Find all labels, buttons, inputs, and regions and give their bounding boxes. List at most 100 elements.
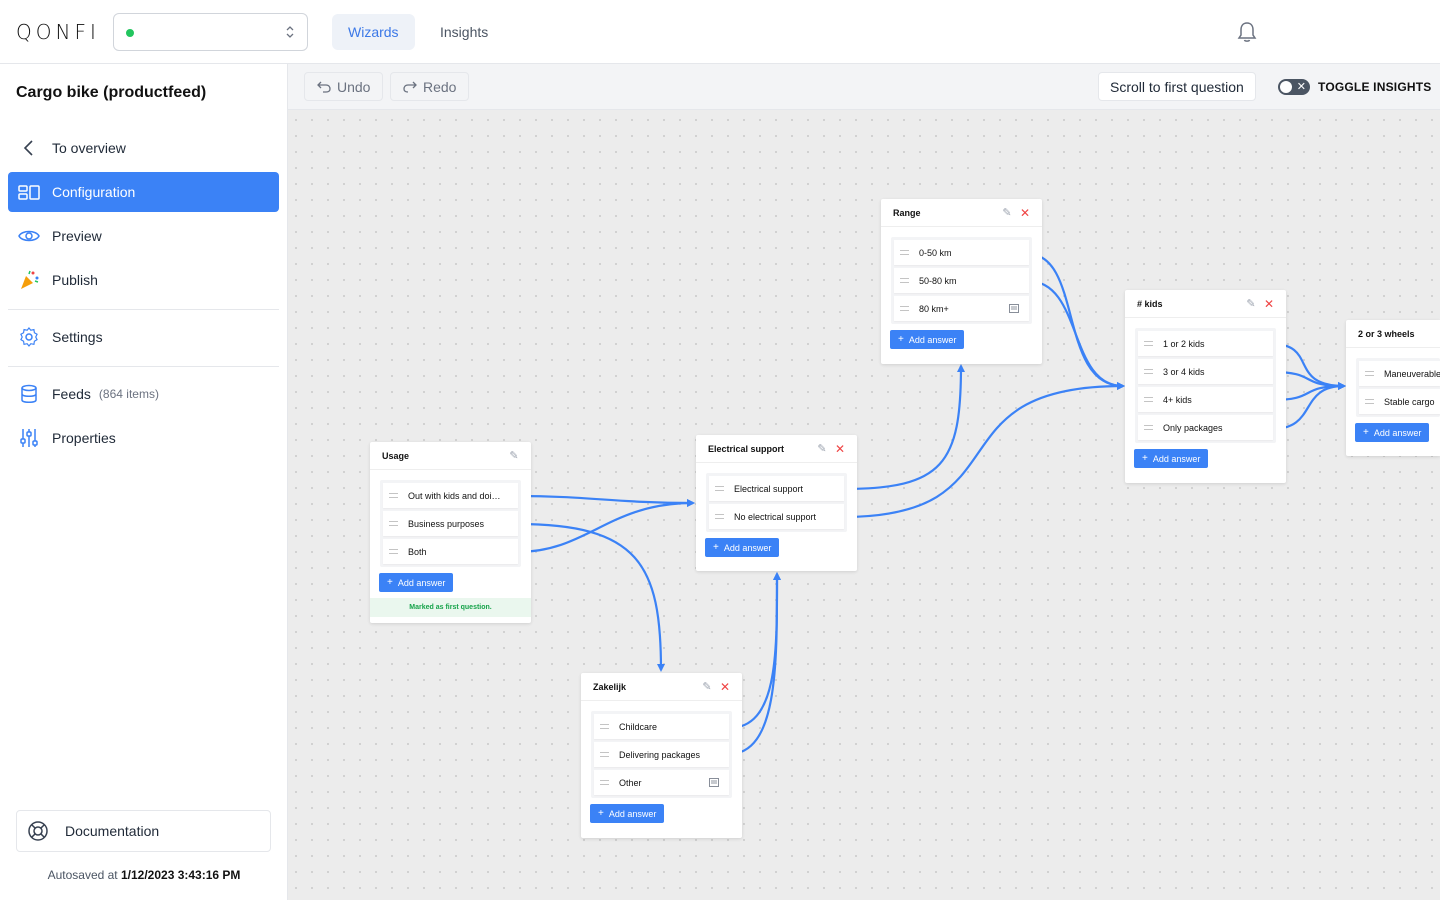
pencil-icon[interactable]: ✎: [702, 680, 712, 693]
sidebar-item-label: Properties: [52, 430, 116, 446]
drag-handle-icon[interactable]: [715, 486, 724, 491]
close-icon[interactable]: ✕: [835, 442, 845, 456]
drag-handle-icon[interactable]: [715, 514, 724, 519]
sidebar-item-feeds[interactable]: Feeds (864 items): [8, 374, 279, 414]
add-answer-button[interactable]: + Add answer: [1355, 423, 1430, 442]
scroll-to-first-question-button[interactable]: Scroll to first question: [1098, 72, 1256, 101]
sidebar-item-preview[interactable]: Preview: [8, 216, 279, 256]
flow-canvas[interactable]: Undo Redo Scroll to first question ✕ TOG…: [288, 64, 1440, 900]
answer-label: 4+ kids: [1163, 394, 1192, 405]
node-header: Zakelijk ✎ ✕: [581, 673, 742, 701]
question-node-wheels[interactable]: 2 or 3 wheels Maneuverable Stable cargo …: [1346, 320, 1440, 456]
node-header: Range ✎ ✕: [881, 199, 1042, 227]
pencil-icon[interactable]: ✎: [509, 449, 519, 462]
plus-icon: +: [387, 577, 393, 588]
answer-item[interactable]: Electrical support: [709, 476, 844, 501]
pencil-icon[interactable]: ✎: [1246, 297, 1256, 310]
documentation-button[interactable]: Documentation: [16, 810, 271, 852]
sidebar-item-properties[interactable]: Properties: [8, 418, 279, 458]
sidebar-item-to-overview[interactable]: To overview: [8, 128, 279, 168]
close-icon[interactable]: ✕: [720, 680, 730, 694]
sidebar-item-label: Publish: [52, 272, 98, 288]
sidebar-item-publish[interactable]: Publish: [8, 260, 279, 300]
database-icon: [18, 383, 40, 405]
drag-handle-icon[interactable]: [900, 278, 909, 283]
drag-handle-icon[interactable]: [600, 752, 609, 757]
answer-label: No electrical support: [734, 511, 817, 522]
answer-list: 0-50 km 50-80 km 80 km+: [891, 237, 1032, 324]
answer-item[interactable]: Stable cargo: [1359, 389, 1440, 414]
qonfi-logo[interactable]: QONFI: [16, 20, 100, 44]
drag-handle-icon[interactable]: [389, 493, 398, 498]
answer-item[interactable]: Both: [383, 539, 518, 564]
close-icon[interactable]: ✕: [1264, 297, 1274, 311]
answer-label: Both: [408, 546, 427, 557]
answer-item[interactable]: Maneuverable: [1359, 361, 1440, 386]
flag-icon[interactable]: [709, 778, 719, 787]
drag-handle-icon[interactable]: [900, 306, 909, 311]
redo-button[interactable]: Redo: [390, 72, 470, 101]
edge: [516, 522, 665, 672]
drag-handle-icon[interactable]: [1144, 341, 1153, 346]
tab-insights[interactable]: Insights: [424, 14, 504, 50]
question-node-zakelijk[interactable]: Zakelijk ✎ ✕ Childcare Delivering packag…: [581, 673, 742, 838]
drag-handle-icon[interactable]: [1144, 369, 1153, 374]
answer-item[interactable]: Only packages: [1138, 415, 1273, 440]
undo-button[interactable]: Undo: [304, 72, 384, 101]
edge: [842, 364, 965, 491]
sidebar-item-label: To overview: [52, 140, 126, 156]
node-title: Electrical support: [708, 443, 785, 454]
plus-icon: +: [1363, 427, 1369, 438]
pencil-icon[interactable]: ✎: [817, 442, 827, 455]
drag-handle-icon[interactable]: [900, 250, 909, 255]
answer-item[interactable]: Childcare: [594, 714, 729, 739]
answer-item[interactable]: 3 or 4 kids: [1138, 359, 1273, 384]
answer-item[interactable]: Other: [594, 770, 729, 795]
plus-icon: +: [713, 542, 719, 553]
pencil-icon[interactable]: ✎: [1002, 206, 1012, 219]
answer-item[interactable]: No electrical support: [709, 504, 844, 529]
answer-item[interactable]: 80 km+: [894, 296, 1029, 321]
workspace-select[interactable]: [113, 13, 308, 51]
drag-handle-icon[interactable]: [1144, 397, 1153, 402]
project-title: Cargo bike (productfeed): [16, 84, 207, 101]
edge: [516, 499, 695, 554]
tab-wizards[interactable]: Wizards: [332, 14, 415, 50]
add-answer-button[interactable]: + Add answer: [590, 804, 665, 823]
edge: [1027, 279, 1125, 390]
bell-icon[interactable]: [1236, 20, 1258, 44]
answer-item[interactable]: Out with kids and doi…: [383, 483, 518, 508]
drag-handle-icon[interactable]: [389, 521, 398, 526]
close-icon[interactable]: ✕: [1020, 206, 1030, 220]
answer-list: Electrical support No electrical support: [706, 473, 847, 532]
drag-handle-icon[interactable]: [1365, 371, 1374, 376]
answer-item[interactable]: 50-80 km: [894, 268, 1029, 293]
drag-handle-icon[interactable]: [389, 549, 398, 554]
answer-item[interactable]: Delivering packages: [594, 742, 729, 767]
question-node-usage[interactable]: Usage ✎ Out with kids and doi… Business …: [370, 442, 531, 623]
add-answer-button[interactable]: + Add answer: [1134, 449, 1209, 468]
plus-icon: +: [1142, 453, 1148, 464]
question-node-kids[interactable]: # kids ✎ ✕ 1 or 2 kids 3 or 4 kids 4+ ki…: [1125, 290, 1286, 483]
drag-handle-icon[interactable]: [1144, 425, 1153, 430]
answer-item[interactable]: 0-50 km: [894, 240, 1029, 265]
question-node-range[interactable]: Range ✎ ✕ 0-50 km 50-80 km 80 km+ + Add a…: [881, 199, 1042, 364]
sidebar-item-settings[interactable]: Settings: [8, 317, 279, 357]
sidebar-item-label: Feeds: [52, 386, 91, 402]
question-node-electrical-support[interactable]: Electrical support ✎ ✕ Electrical suppor…: [696, 435, 857, 571]
answer-label: Electrical support: [734, 483, 804, 494]
sidebar-item-configuration[interactable]: Configuration: [8, 172, 279, 212]
add-answer-button[interactable]: + Add answer: [705, 538, 780, 557]
answer-item[interactable]: Business purposes: [383, 511, 518, 536]
drag-handle-icon[interactable]: [1365, 399, 1374, 404]
add-answer-button[interactable]: + Add answer: [890, 330, 965, 349]
node-title: Zakelijk: [593, 681, 627, 692]
drag-handle-icon[interactable]: [600, 780, 609, 785]
flag-icon[interactable]: [1009, 304, 1019, 313]
add-answer-button[interactable]: + Add answer: [379, 573, 454, 592]
drag-handle-icon[interactable]: [600, 724, 609, 729]
answer-item[interactable]: 4+ kids: [1138, 387, 1273, 412]
answer-item[interactable]: 1 or 2 kids: [1138, 331, 1273, 356]
toggle-insights-switch[interactable]: ✕: [1278, 79, 1310, 95]
add-answer-label: Add answer: [1152, 453, 1201, 464]
